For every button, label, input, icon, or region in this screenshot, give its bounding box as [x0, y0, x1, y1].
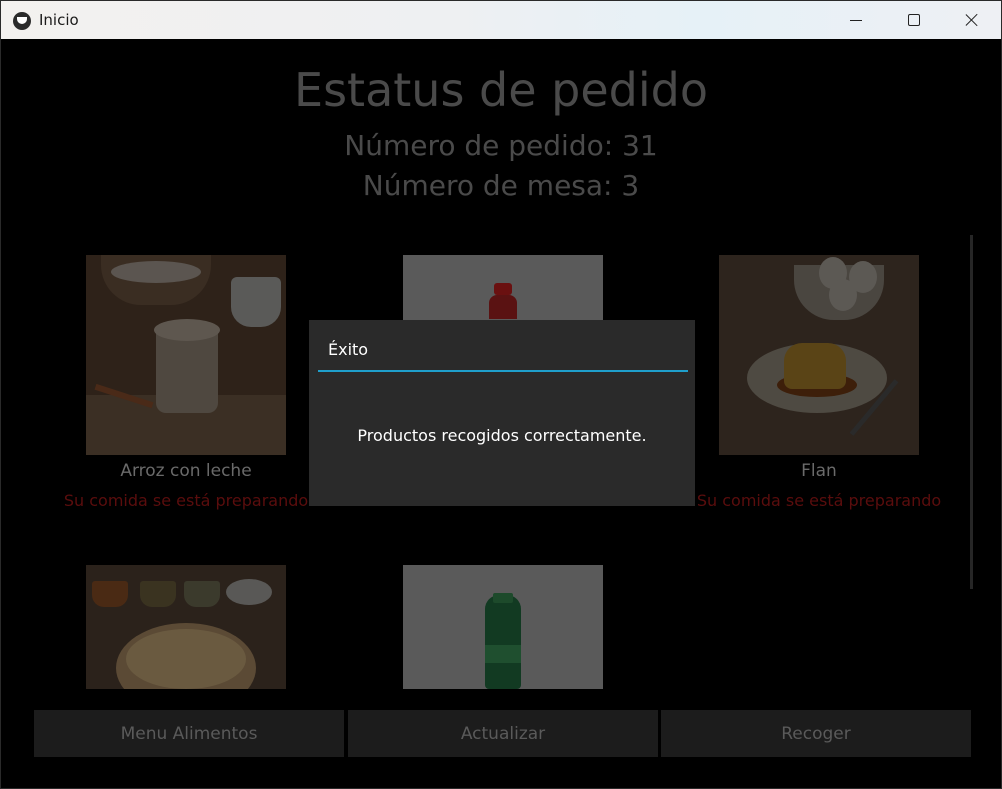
order-item-sprite: [403, 565, 603, 689]
app-window: Inicio Estatus de pedido Número de pedid…: [0, 0, 1002, 789]
order-status-screen: Estatus de pedido Número de pedido: 31 N…: [1, 39, 1001, 788]
minimize-button[interactable]: [827, 1, 885, 39]
order-item-arroz: Arroz con leche Su comida se está prepar…: [64, 255, 308, 510]
flan-image: [719, 255, 919, 455]
minimize-icon: [850, 19, 862, 21]
item-status: Su comida se está preparando: [63, 491, 309, 510]
sprite-image: [403, 565, 603, 689]
title-bar[interactable]: Inicio: [1, 1, 1001, 39]
page-title: Estatus de pedido: [294, 63, 708, 117]
dialog-message: Productos recogidos correctamente.: [357, 426, 647, 445]
kivy-logo-icon: [13, 12, 31, 30]
arroz-con-leche-image: [86, 255, 286, 455]
menu-alimentos-button[interactable]: Menu Alimentos: [34, 710, 344, 757]
dialog-title: Éxito: [328, 340, 369, 359]
order-item-pozole: [86, 565, 286, 689]
maximize-icon: [908, 14, 920, 26]
maximize-button[interactable]: [885, 1, 943, 39]
window-title: Inicio: [39, 11, 79, 29]
scrollbar[interactable]: [970, 235, 973, 589]
dialog-title-divider: [318, 370, 688, 372]
close-button[interactable]: [943, 1, 1001, 39]
item-name: Flan: [801, 461, 837, 481]
pozole-image: [86, 565, 286, 689]
item-status: Su comida se está preparando: [696, 491, 942, 510]
item-name: Arroz con leche: [120, 461, 252, 481]
success-dialog[interactable]: Éxito Productos recogidos correctamente.: [309, 320, 695, 506]
recoger-button[interactable]: Recoger: [661, 710, 971, 757]
actualizar-button[interactable]: Actualizar: [348, 710, 658, 757]
order-item-flan: Flan Su comida se está preparando: [697, 255, 941, 510]
order-number: Número de pedido: 31: [344, 129, 658, 162]
close-icon: [965, 13, 979, 27]
table-number: Número de mesa: 3: [362, 169, 640, 202]
